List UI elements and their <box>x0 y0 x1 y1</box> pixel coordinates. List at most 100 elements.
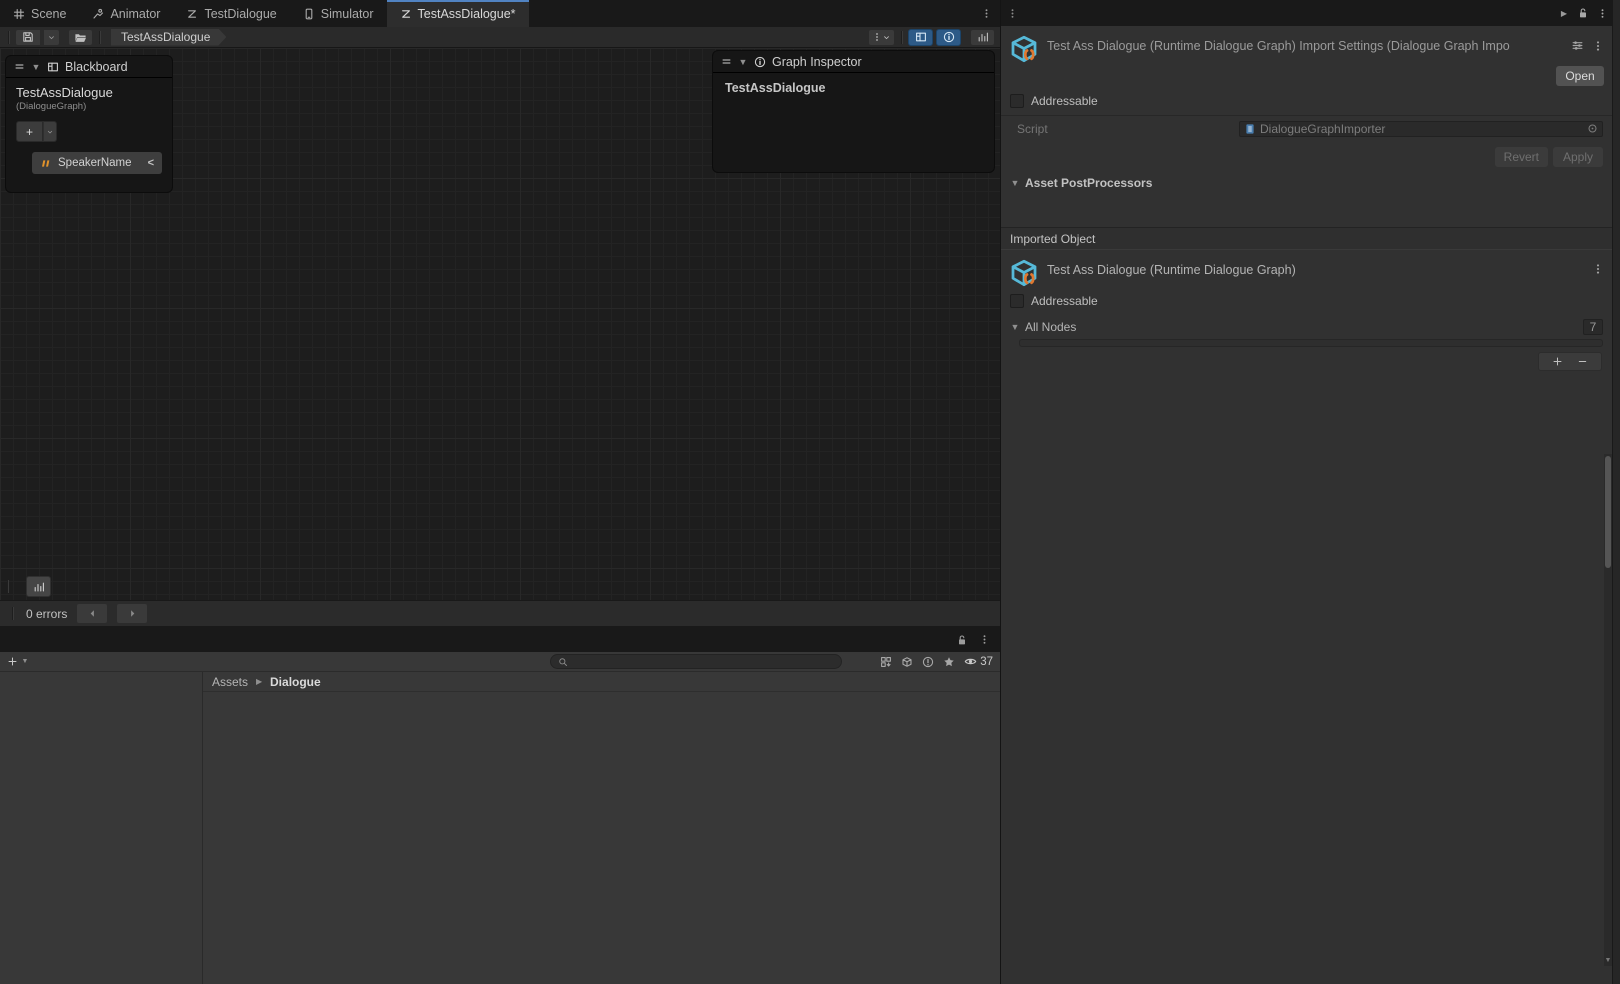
object-picker-icon[interactable] <box>1587 123 1598 134</box>
blackboard-property-speakername[interactable]: SpeakerName < <box>32 152 162 174</box>
imported-object-title: Test Ass Dialogue (Runtime Dialogue Grap… <box>1047 258 1584 277</box>
arrow-left-icon <box>87 608 98 619</box>
kebab-icon[interactable] <box>981 8 992 19</box>
prev-error-button[interactable] <box>77 604 107 623</box>
create-asset-button[interactable]: ▼ <box>7 656 30 667</box>
show-in-project-button[interactable] <box>68 29 93 46</box>
toolbar-grip <box>8 31 9 44</box>
save-options-button[interactable] <box>43 29 60 46</box>
doc-tab-strip-options <box>981 0 1000 27</box>
errors-label: 0 errors <box>26 607 67 621</box>
addressable-label: Addressable <box>1031 294 1098 308</box>
blackboard-header[interactable]: ▼ Blackboard <box>6 56 172 78</box>
graph-icon <box>186 8 198 20</box>
kebab-icon[interactable] <box>1592 263 1604 275</box>
hidden-count[interactable]: 37 <box>964 655 993 668</box>
chart-icon <box>977 31 989 43</box>
blackboard-body: TestAssDialogue (DialogueGraph) + Speake… <box>6 78 172 174</box>
doc-tab-testdialogue[interactable]: TestDialogue <box>173 0 289 27</box>
doc-tab-testassdialogue[interactable]: TestAssDialogue* <box>387 0 529 27</box>
addressable-checkbox[interactable] <box>1010 294 1024 308</box>
doc-tab-label: TestAssDialogue* <box>418 7 516 21</box>
presets-icon[interactable] <box>1571 39 1584 52</box>
inspector-body: Test Ass Dialogue (Runtime Dialogue Grap… <box>1001 26 1612 984</box>
kebab-icon[interactable] <box>1597 8 1608 19</box>
revert-button[interactable]: Revert <box>1495 147 1548 167</box>
scrollbar-thumb[interactable] <box>1605 456 1611 568</box>
toggle-graph-inspector-button[interactable] <box>936 29 961 46</box>
plus-icon[interactable] <box>1552 356 1563 367</box>
doc-tab-animator[interactable]: Animator <box>79 0 173 27</box>
bottom-tab-strip <box>0 627 1000 652</box>
kebab-icon[interactable] <box>1003 0 1022 26</box>
project-breadcrumb[interactable]: Assets ▶ Dialogue <box>203 672 1000 692</box>
property-expand-icon[interactable]: < <box>148 157 154 169</box>
blackboard-graph-type: (DialogueGraph) <box>16 101 162 112</box>
doc-tab-label: Simulator <box>321 7 374 21</box>
lock-icon[interactable] <box>956 634 968 646</box>
folder-open-icon <box>74 31 87 44</box>
tab-scroll-right-icon[interactable]: ▶ <box>1559 9 1569 18</box>
all-nodes-foldout[interactable]: ▼ All Nodes 7 <box>1001 317 1612 337</box>
next-error-button[interactable] <box>117 604 147 623</box>
eye-count-label: 37 <box>980 656 993 668</box>
importer-header: Test Ass Dialogue (Runtime Dialogue Grap… <box>1001 26 1612 64</box>
minimap-button[interactable] <box>26 576 51 597</box>
graph-inspector-header[interactable]: ▼ Graph Inspector <box>713 51 994 73</box>
lock-icon[interactable] <box>1577 7 1589 19</box>
object-addressable-row: Addressable <box>1001 288 1612 315</box>
kebab-icon[interactable] <box>979 634 990 645</box>
property-label: SpeakerName <box>58 157 141 169</box>
script-value: DialogueGraphImporter <box>1260 122 1385 136</box>
info-icon <box>754 56 766 68</box>
addressable-checkbox[interactable] <box>1010 94 1024 108</box>
blackboard-graph-name: TestAssDialogue <box>16 85 162 100</box>
package-icon[interactable] <box>901 656 913 668</box>
breadcrumb[interactable]: TestAssDialogue <box>111 29 226 46</box>
save-button[interactable] <box>15 29 40 46</box>
breadcrumb-root[interactable]: Assets <box>212 675 248 689</box>
chevron-down-icon <box>882 33 891 42</box>
add-property-button[interactable]: + <box>16 121 43 142</box>
breadcrumb-current[interactable]: Dialogue <box>270 675 321 689</box>
chevron-down-icon <box>46 128 54 136</box>
doc-tab-simulator[interactable]: Simulator <box>290 0 387 27</box>
star-icon[interactable] <box>943 656 955 668</box>
asset-postprocessors-foldout[interactable]: ▼ Asset PostProcessors <box>1001 173 1612 193</box>
toggle-minimap-button[interactable] <box>970 29 995 46</box>
doc-tab-label: Animator <box>110 7 160 21</box>
toolbar-grip <box>12 607 13 620</box>
alert-icon[interactable] <box>922 656 934 668</box>
inspector-scrollbar[interactable]: ▼ <box>1604 454 1612 966</box>
graph-options-button[interactable] <box>868 29 895 46</box>
grid-icon <box>13 8 25 20</box>
apply-button[interactable]: Apply <box>1553 147 1603 167</box>
doc-tab-scene[interactable]: Scene <box>0 0 79 27</box>
kebab-icon[interactable] <box>1592 39 1604 52</box>
breadcrumb-label: TestAssDialogue <box>121 30 210 44</box>
script-icon <box>1244 123 1256 135</box>
graph-canvas[interactable]: ▼ Blackboard TestAssDialogue (DialogueGr… <box>0 48 1000 600</box>
dialogue-graph-asset-icon <box>1009 258 1039 288</box>
device-icon <box>303 8 315 20</box>
scroll-down-icon[interactable]: ▼ <box>1604 957 1612 964</box>
minus-icon[interactable] <box>1577 356 1588 367</box>
eye-icon <box>964 655 977 668</box>
all-nodes-list <box>1019 339 1603 347</box>
filter-by-type-icon[interactable] <box>880 656 892 668</box>
open-button[interactable]: Open <box>1556 66 1604 86</box>
all-nodes-count-field[interactable]: 7 <box>1583 319 1603 335</box>
grip-icon <box>14 61 25 72</box>
graph-inspector-panel[interactable]: ▼ Graph Inspector TestAssDialogue <box>712 50 995 173</box>
doc-tab-label: Scene <box>31 7 66 21</box>
blackboard-panel[interactable]: ▼ Blackboard TestAssDialogue (DialogueGr… <box>5 55 173 193</box>
toolbar-separator <box>99 31 100 44</box>
foldout-arrow-icon[interactable]: ▼ <box>738 57 748 67</box>
blackboard-icon <box>47 61 59 73</box>
project-folder-tree <box>0 672 202 984</box>
errors-bar: 0 errors <box>0 600 1000 627</box>
toggle-blackboard-button[interactable] <box>908 29 933 46</box>
foldout-arrow-icon[interactable]: ▼ <box>31 62 41 72</box>
add-property-dropdown[interactable] <box>43 121 57 142</box>
project-search-input[interactable] <box>550 654 842 669</box>
